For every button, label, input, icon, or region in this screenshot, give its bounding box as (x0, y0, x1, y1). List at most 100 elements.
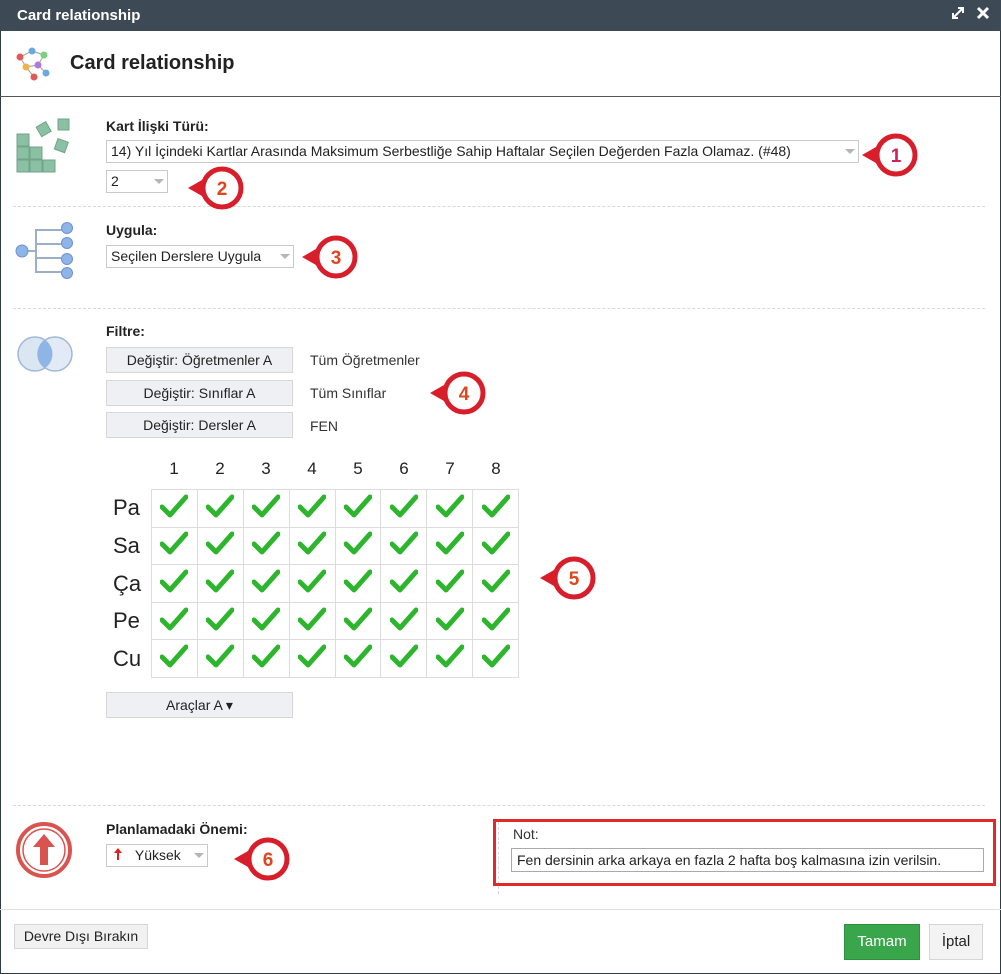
footer-divider (0, 909, 1001, 910)
grid-cell[interactable] (242, 601, 290, 641)
check-icon (297, 569, 327, 593)
grid-cell[interactable] (426, 489, 474, 528)
grid-cell[interactable] (288, 601, 336, 641)
grid-cell[interactable] (472, 489, 519, 528)
grid-cell[interactable] (196, 564, 244, 603)
grid-cell[interactable] (151, 489, 198, 528)
grid-cell[interactable] (380, 526, 428, 566)
grid-cell[interactable] (334, 601, 382, 641)
grid-cell[interactable] (242, 526, 290, 566)
grid-row-label[interactable]: Cu (113, 646, 141, 672)
grid-row-label[interactable]: Pa (113, 495, 140, 521)
note-input[interactable]: Fen dersinin arka arkaya en fazla 2 haft… (511, 848, 984, 872)
grid-cell[interactable] (380, 639, 428, 678)
grid-cell[interactable] (151, 601, 198, 641)
grid-row-label[interactable]: Sa (113, 533, 140, 559)
grid-cell[interactable] (472, 564, 519, 603)
check-icon (389, 494, 419, 518)
relation-value-select[interactable]: 2 (106, 170, 168, 193)
grid-column-label[interactable]: 2 (197, 459, 243, 479)
check-icon (205, 494, 235, 518)
check-icon (205, 569, 235, 593)
grid-cell[interactable] (380, 564, 428, 603)
grid-cell[interactable] (242, 564, 290, 603)
grid-column-label[interactable]: 5 (335, 459, 381, 479)
grid-cell[interactable] (196, 489, 244, 528)
grid-column-label[interactable]: 7 (427, 459, 473, 479)
check-icon (435, 569, 465, 593)
check-icon (481, 569, 511, 593)
grid-row-label[interactable]: Pe (113, 608, 140, 634)
grid-cell[interactable] (196, 601, 244, 641)
relation-type-select[interactable]: 14) Yıl İçindeki Kartlar Arasında Maksim… (106, 140, 859, 163)
grid-column-label[interactable]: 8 (473, 459, 519, 479)
change-teachers-button[interactable]: Değiştir: Öğretmenler A (106, 347, 293, 373)
grid-cell[interactable] (334, 526, 382, 566)
cancel-button[interactable]: İptal (929, 924, 983, 960)
grid-column-label[interactable]: 4 (289, 459, 335, 479)
check-icon (481, 494, 511, 518)
check-icon (343, 569, 373, 593)
relation-value: 2 (111, 173, 119, 189)
grid-cell[interactable] (196, 639, 244, 678)
check-icon (205, 607, 235, 631)
check-icon (343, 607, 373, 631)
importance-select[interactable]: Yüksek (106, 844, 208, 867)
change-classes-button[interactable]: Değiştir: Sınıflar A (106, 380, 293, 406)
grid-cell[interactable] (380, 489, 428, 528)
grid-cell[interactable] (472, 601, 519, 641)
check-icon (343, 494, 373, 518)
change-subjects-button[interactable]: Değiştir: Dersler A (106, 412, 293, 438)
grid-cell[interactable] (288, 639, 336, 678)
subjects-filter-value: FEN (310, 418, 338, 434)
close-icon[interactable] (976, 6, 990, 24)
check-icon (389, 607, 419, 631)
title-bar: Card relationship (0, 0, 1001, 31)
grid-cell[interactable] (426, 601, 474, 641)
chevron-down-icon (845, 149, 855, 154)
check-icon (297, 607, 327, 631)
grid-column-label[interactable]: 1 (151, 459, 197, 479)
callout-badge-label: 2 (217, 179, 228, 200)
grid-cell[interactable] (472, 526, 519, 566)
grid-cell[interactable] (472, 639, 519, 678)
grid-row (151, 489, 519, 528)
check-icon (159, 644, 189, 668)
grid-cell[interactable] (151, 639, 198, 678)
apply-select[interactable]: Seçilen Derslere Uygula (106, 245, 294, 268)
grid-cell[interactable] (151, 526, 198, 566)
callout-badge-2: 2 (188, 166, 244, 210)
grid-cell[interactable] (242, 489, 290, 528)
grid-cell[interactable] (426, 639, 474, 678)
grid-cell[interactable] (334, 639, 382, 678)
tools-button[interactable]: Araçlar A ▾ (106, 692, 293, 718)
callout-badge-label: 4 (459, 384, 470, 405)
grid-cell[interactable] (288, 489, 336, 528)
check-icon (205, 644, 235, 668)
grid-column-label[interactable]: 6 (381, 459, 427, 479)
grid-row (151, 639, 519, 678)
check-icon (297, 494, 327, 518)
grid-cell[interactable] (288, 564, 336, 603)
apply-label: Uygula: (106, 222, 158, 238)
grid-cell[interactable] (151, 564, 198, 603)
grid-cell[interactable] (334, 564, 382, 603)
grid-row (151, 601, 519, 641)
maximize-icon[interactable] (951, 6, 965, 24)
check-icon (435, 531, 465, 555)
grid-cell[interactable] (288, 526, 336, 566)
grid-cell[interactable] (426, 564, 474, 603)
grid-cell[interactable] (380, 601, 428, 641)
grid-cell[interactable] (196, 526, 244, 566)
grid-cell[interactable] (334, 489, 382, 528)
chevron-down-icon (194, 853, 204, 858)
disable-button[interactable]: Devre Dışı Bırakın (14, 924, 148, 949)
check-icon (343, 531, 373, 555)
classes-filter-value: Tüm Sınıflar (310, 385, 387, 401)
grid-cell[interactable] (426, 526, 474, 566)
branch-icon (14, 220, 76, 282)
ok-button[interactable]: Tamam (844, 924, 920, 960)
grid-column-label[interactable]: 3 (243, 459, 289, 479)
grid-cell[interactable] (242, 639, 290, 678)
grid-row-label[interactable]: Ça (113, 571, 141, 597)
